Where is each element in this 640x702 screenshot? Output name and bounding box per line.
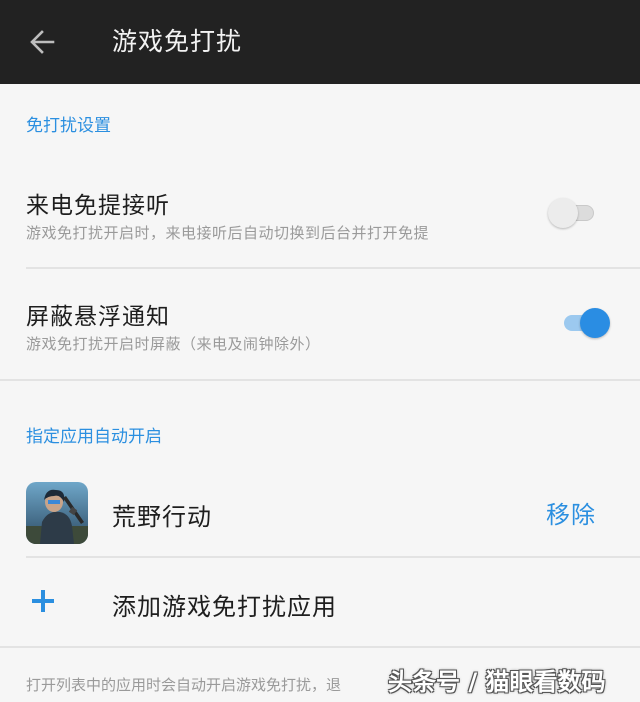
footnote-text: 打开列表中的应用时会自动开启游戏免打扰，退 xyxy=(26,676,342,694)
app-name: 荒野行动 xyxy=(112,503,212,531)
setting-title: 来电免提接听 xyxy=(26,193,170,219)
block-floating-toggle[interactable] xyxy=(558,306,610,340)
game-app-icon xyxy=(26,482,88,544)
page-title: 游戏免打扰 xyxy=(112,27,243,56)
section-header-dnd-settings: 免打扰设置 xyxy=(26,116,111,136)
add-dnd-app-label: 添加游戏免打扰应用 xyxy=(112,593,337,621)
call-handsfree-toggle[interactable] xyxy=(548,196,600,230)
plus-icon xyxy=(32,590,54,612)
divider xyxy=(26,267,640,269)
setting-subtitle: 游戏免打扰开启时，来电接听后自动切换到后台并打开免提 xyxy=(26,224,430,242)
remove-app-button[interactable]: 移除 xyxy=(546,495,596,530)
back-button[interactable] xyxy=(22,22,62,62)
setting-subtitle: 游戏免打扰开启时屏蔽（来电及闹钟除外） xyxy=(26,335,321,353)
arrow-left-icon xyxy=(30,30,55,54)
section-divider xyxy=(0,646,640,648)
section-divider xyxy=(0,379,640,381)
divider xyxy=(26,556,640,558)
add-dnd-app-button[interactable]: 添加游戏免打扰应用 xyxy=(0,560,640,646)
toggle-thumb xyxy=(548,198,578,228)
watermark: 头条号 / 猫眼看数码 xyxy=(388,668,606,696)
section-header-auto-apps: 指定应用自动开启 xyxy=(26,427,162,447)
toggle-thumb xyxy=(580,308,610,338)
top-app-bar: 游戏免打扰 xyxy=(0,0,640,84)
setting-title: 屏蔽悬浮通知 xyxy=(26,304,170,330)
